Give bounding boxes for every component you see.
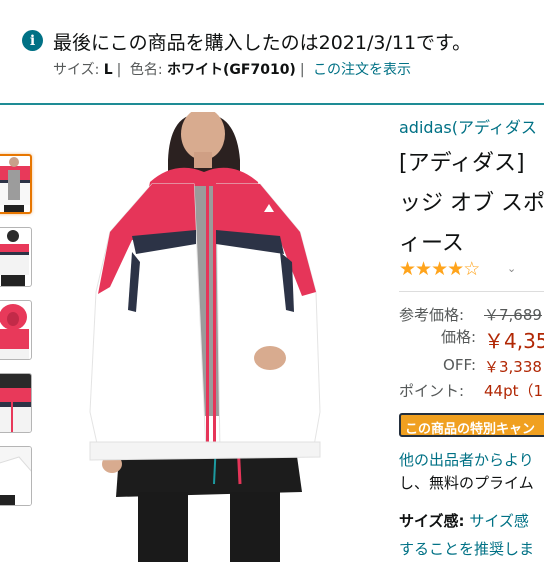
main-product-image[interactable] (80, 108, 380, 562)
thumbnail-1[interactable] (0, 154, 32, 214)
product-title-line-2: ッジ オブ スポ (399, 191, 544, 216)
brand-store-link[interactable]: adidas(アディダス (399, 114, 537, 138)
size-recommendation-link[interactable]: することを推奨しま (399, 538, 534, 559)
size-fit-row: サイズ感: サイズ感 (399, 510, 529, 531)
special-campaign-badge[interactable]: この商品の特別キャン (399, 413, 544, 437)
thumbnail-jacket-back-hood-image (0, 304, 29, 359)
size-fit-link[interactable]: サイズ感 (469, 512, 529, 530)
last-purchase-message: 最後にこの商品を購入したのは2021/3/11です。 (53, 32, 472, 54)
thumbnail-3[interactable] (0, 300, 32, 360)
price-label: 価格: (440, 328, 476, 346)
title-divider (399, 291, 544, 292)
product-title-line-1: [アディダス] (399, 151, 525, 176)
purchase-history-notice: i 最後にこの商品を購入したのは2021/3/11です。 サイズ: L | 色名:… (0, 0, 544, 103)
size-fit-label: サイズ感: (399, 512, 465, 530)
other-sellers-link[interactable]: 他の出品者からより (399, 449, 534, 470)
sale-price-value: ￥4,35 (484, 329, 544, 353)
thumbnail-jacket-side-image (0, 230, 29, 286)
off-value: ￥3,338 (484, 358, 542, 376)
notice-divider (0, 103, 544, 105)
thumbnail-jacket-front-image (0, 157, 30, 212)
jacket-model-photo (89, 108, 321, 562)
chevron-down-icon[interactable]: ⌄ (507, 262, 516, 275)
points-label: ポイント: (399, 382, 465, 400)
thumbnail-4[interactable] (0, 373, 32, 433)
star-icon: ★ (447, 258, 464, 280)
list-price-value: ￥7,689 (484, 306, 542, 324)
size-value: L (103, 62, 113, 78)
points-value: 44pt（1 (484, 382, 544, 400)
size-label: サイズ: (53, 62, 100, 78)
info-icon: i (22, 30, 43, 51)
view-order-link[interactable]: この注文を表示 (313, 62, 411, 78)
list-price-label: 参考価格: (399, 306, 465, 324)
star-rating[interactable]: ★★★★☆ (399, 258, 480, 280)
star-icon: ★ (399, 258, 416, 280)
prime-shipping-text: し、無料のプライム (399, 474, 534, 492)
thumbnail-2[interactable] (0, 227, 32, 287)
star-empty-icon: ☆ (463, 258, 480, 280)
thumbnail-jacket-detail-image (0, 447, 31, 505)
color-label: 色名: (129, 62, 163, 78)
star-icon: ★ (431, 258, 448, 280)
off-label: OFF: (443, 356, 476, 374)
thumbnail-5[interactable] (0, 446, 32, 506)
thumbnail-jacket-closeup-image (0, 374, 31, 432)
product-title-line-3: ィース (399, 231, 464, 256)
star-icon: ★ (415, 258, 432, 280)
previous-order-details: サイズ: L | 色名: ホワイト(GF7010) | この注文を表示 (53, 62, 412, 78)
color-value: ホワイト(GF7010) (167, 62, 296, 78)
